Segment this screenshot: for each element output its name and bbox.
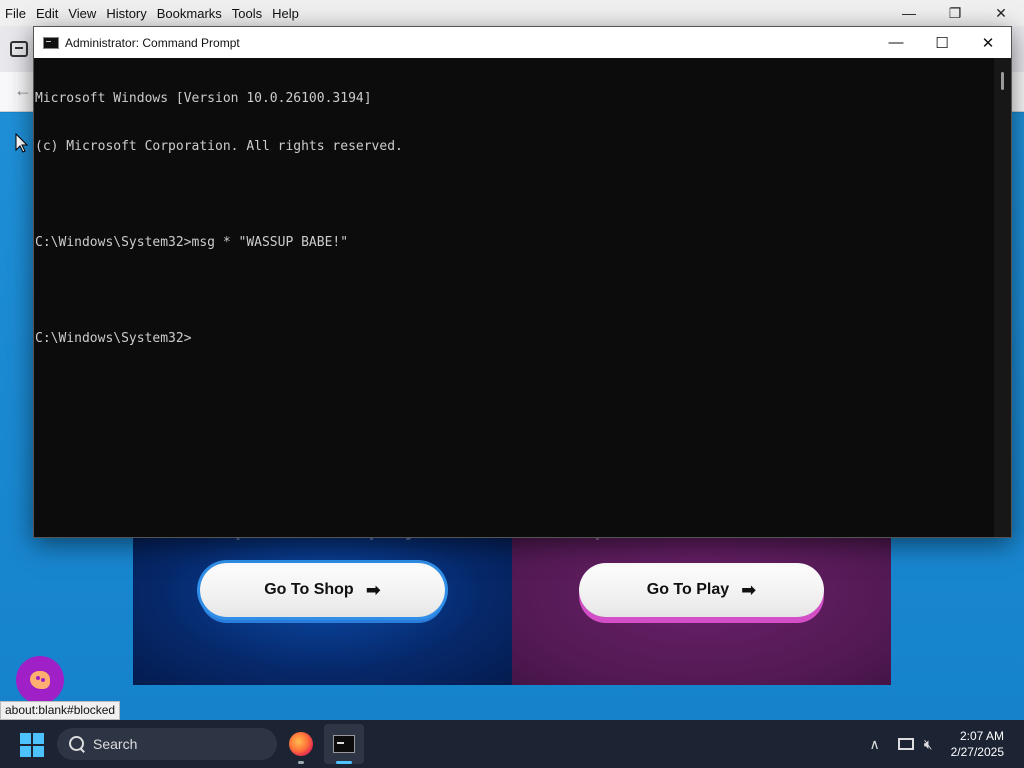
console-line: C:\Windows\System32>msg * "WASSUP BABE!"	[35, 235, 349, 250]
menu-view[interactable]: View	[63, 6, 101, 21]
palette-button[interactable]	[16, 656, 64, 704]
windows-start-icon[interactable]	[20, 733, 44, 757]
browser-menubar: File Edit View History Bookmarks Tools H…	[0, 0, 1024, 26]
taskbar-firefox[interactable]	[281, 724, 321, 764]
cmd-minimize-icon[interactable]: —	[873, 27, 919, 58]
network-icon[interactable]	[897, 738, 914, 750]
console-line: ​	[35, 187, 993, 203]
cmd-maximize-icon[interactable]: ☐	[919, 27, 965, 58]
terminal-icon	[43, 36, 59, 49]
palette-icon	[30, 671, 50, 689]
menu-edit[interactable]: Edit	[31, 6, 63, 21]
chevron-up-icon[interactable]: ∧	[870, 736, 880, 753]
taskbar-command-prompt[interactable]	[324, 724, 364, 764]
taskbar: Search ∧ 🔇︎ 2:07 AM 2/27/2025	[0, 720, 1024, 768]
terminal-icon	[333, 735, 355, 753]
arrow-right-icon: ➡	[365, 579, 381, 600]
clock-date: 2/27/2025	[950, 745, 1004, 759]
menu-history[interactable]: History	[101, 6, 151, 21]
system-tray: ∧ 🔇︎ 2:07 AM 2/27/2025	[870, 720, 1024, 768]
firefox-icon	[289, 732, 313, 756]
browser-restore-icon[interactable]: ❐	[932, 0, 978, 26]
shop-card: Explore and Shop toys! Go To Shop ➡	[133, 533, 512, 685]
go-to-shop-button[interactable]: Go To Shop ➡	[200, 563, 445, 617]
menu-tools[interactable]: Tools	[227, 6, 267, 21]
console-line: Microsoft Windows [Version 10.0.26100.31…	[35, 91, 372, 106]
console-prompt-line: C:\Windows\System32>	[35, 331, 192, 346]
menu-bookmarks[interactable]: Bookmarks	[152, 6, 227, 21]
search-icon	[67, 734, 87, 754]
cmd-scrollbar-thumb[interactable]	[1001, 72, 1004, 90]
browser-window-controls: — ❐ ✕	[886, 0, 1024, 26]
browser-close-icon[interactable]: ✕	[978, 0, 1024, 26]
browser-minimize-icon[interactable]: —	[886, 0, 932, 26]
cmd-console-output[interactable]: Microsoft Windows [Version 10.0.26100.31…	[34, 58, 994, 537]
console-line: (c) Microsoft Corporation. All rights re…	[35, 139, 403, 154]
firefox-view-icon[interactable]	[10, 41, 28, 57]
taskbar-search[interactable]: Search	[57, 728, 277, 760]
cmd-titlebar[interactable]: Administrator: Command Prompt — ☐ ✕	[34, 27, 1011, 58]
cmd-scrollbar[interactable]	[994, 58, 1011, 537]
taskbar-clock[interactable]: 2:07 AM 2/27/2025	[951, 728, 1004, 760]
taskbar-search-placeholder: Search	[93, 736, 138, 752]
go-to-play-button[interactable]: Go To Play ➡	[579, 563, 824, 617]
cmd-window-controls: — ☐ ✕	[873, 27, 1011, 58]
mouse-cursor-icon	[15, 132, 29, 158]
go-to-play-label: Go To Play	[646, 581, 730, 598]
go-to-shop-label: Go To Shop	[264, 581, 354, 598]
cmd-close-icon[interactable]: ✕	[965, 27, 1011, 58]
clock-time: 2:07 AM	[959, 729, 1004, 743]
play-card: Experience Fun & Activities Go To Play ➡	[512, 533, 891, 685]
menu-help[interactable]: Help	[267, 6, 304, 21]
volume-muted-icon[interactable]: 🔇︎	[924, 736, 933, 753]
cmd-title: Administrator: Command Prompt	[65, 35, 240, 50]
menu-file[interactable]: File	[0, 6, 31, 21]
arrow-right-icon: ➡	[741, 579, 757, 600]
console-line: ​	[35, 283, 993, 299]
browser-status-url: about:blank#blocked	[0, 701, 121, 720]
back-arrow-icon[interactable]: ←	[14, 80, 32, 101]
command-prompt-window[interactable]: Administrator: Command Prompt — ☐ ✕ Micr…	[33, 26, 1012, 538]
